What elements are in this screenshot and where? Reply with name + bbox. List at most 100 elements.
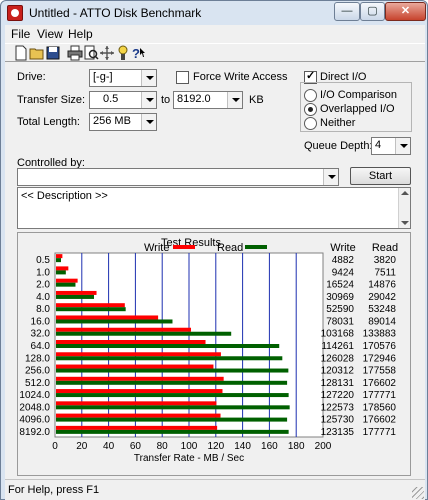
menu-view[interactable]: View — [37, 27, 63, 41]
menu-help[interactable]: Help — [68, 27, 93, 41]
chevron-down-icon — [323, 169, 338, 185]
neither-radio[interactable] — [304, 117, 317, 130]
y-tick-label: 8192.0 — [19, 427, 50, 438]
y-tick-label: 1.0 — [36, 267, 50, 278]
x-tick-label: 40 — [103, 441, 115, 452]
move-icon[interactable] — [99, 45, 115, 61]
write-value: 114261 — [321, 341, 354, 352]
app-logo-icon — [7, 5, 23, 21]
y-tick-label: 2.0 — [36, 280, 50, 291]
read-value: 170576 — [363, 341, 397, 352]
chevron-down-icon — [141, 114, 156, 130]
write-bar — [56, 413, 221, 418]
toolbar: ? — [5, 43, 425, 61]
read-value: 14876 — [368, 280, 396, 291]
read-value: 53248 — [368, 304, 396, 315]
read-value: 133883 — [363, 329, 397, 340]
queue-depth-select[interactable]: 4 — [371, 137, 411, 155]
drive-select[interactable]: [-g-] — [89, 69, 157, 87]
write-value: 16524 — [326, 280, 354, 291]
write-bar — [56, 315, 159, 320]
y-tick-label: 64.0 — [31, 341, 51, 352]
read-value: 89014 — [368, 316, 396, 327]
save-icon[interactable] — [45, 45, 61, 61]
x-tick-label: 120 — [207, 441, 224, 452]
write-bar — [56, 376, 224, 381]
x-tick-label: 60 — [130, 441, 142, 452]
status-bar: For Help, press F1 — [5, 479, 425, 500]
x-tick-label: 140 — [234, 441, 251, 452]
read-bar — [56, 344, 280, 348]
write-value: 103168 — [321, 329, 355, 340]
read-value: 7511 — [374, 267, 396, 278]
x-tick-label: 160 — [261, 441, 278, 452]
start-button[interactable]: Start — [350, 167, 411, 185]
write-bar — [56, 425, 218, 430]
read-bar — [56, 294, 95, 299]
y-tick-label: 8.0 — [36, 304, 50, 315]
help-icon[interactable]: ? — [131, 45, 147, 61]
minimize-button[interactable]: — — [334, 2, 360, 21]
x-tick-label: 80 — [157, 441, 169, 452]
app-window: Untitled - ATTO Disk Benchmark — ▢ ✕ Fil… — [0, 0, 428, 500]
transfer-from-value: 0.5 — [103, 93, 119, 105]
print-preview-icon[interactable] — [83, 45, 99, 61]
write-value: 52590 — [326, 304, 354, 315]
queue-depth-label: Queue Depth: — [304, 140, 373, 152]
open-icon[interactable] — [29, 45, 45, 61]
write-bar — [56, 278, 78, 283]
read-value: 178560 — [363, 402, 397, 413]
read-value: 176602 — [363, 378, 397, 389]
maximize-button[interactable]: ▢ — [360, 2, 385, 21]
write-bar — [56, 389, 223, 394]
controlled-by-select[interactable] — [17, 168, 339, 186]
write-value: 122573 — [321, 402, 355, 413]
scroll-down-icon[interactable] — [401, 221, 409, 225]
print-icon[interactable] — [67, 45, 83, 61]
y-tick-label: 16.0 — [31, 316, 51, 327]
read-bar — [56, 380, 288, 385]
read-value: 177771 — [363, 427, 397, 438]
y-tick-label: 0.5 — [36, 255, 50, 266]
total-length-label: Total Length: — [17, 116, 80, 128]
scroll-up-icon[interactable] — [401, 191, 409, 195]
write-value: 4882 — [332, 255, 355, 266]
transfer-size-label: Transfer Size: — [17, 94, 86, 106]
resize-grip-icon[interactable] — [412, 487, 424, 499]
overlapped-io-radio[interactable] — [304, 103, 317, 116]
read-bar — [56, 307, 126, 312]
menu-bar: File View Help — [5, 25, 425, 43]
title-bar[interactable]: Untitled - ATTO Disk Benchmark — ▢ ✕ — [1, 1, 427, 25]
chevron-down-icon — [141, 92, 156, 108]
y-tick-label: 4.0 — [36, 292, 50, 303]
io-comparison-radio[interactable] — [304, 89, 317, 102]
transfer-size-from-select[interactable]: 0.5 — [89, 91, 157, 109]
write-bar — [56, 352, 221, 357]
description-box[interactable]: << Description >> — [17, 187, 411, 229]
status-text: For Help, press F1 — [8, 484, 100, 496]
legend-read-label: Read — [217, 242, 243, 254]
write-bar — [56, 327, 192, 332]
transfer-to-value: 8192.0 — [177, 93, 211, 105]
main-panel: Drive: [-g-] Force Write Access Transfer… — [5, 61, 425, 479]
total-length-select[interactable]: 256 MB — [89, 113, 157, 131]
read-bar — [56, 417, 288, 422]
x-tick-label: 100 — [181, 441, 198, 452]
write-value: 30969 — [326, 292, 354, 303]
close-button[interactable]: ✕ — [385, 2, 426, 21]
chevron-down-icon — [227, 92, 242, 108]
write-bar — [56, 266, 69, 271]
new-icon[interactable] — [13, 45, 29, 61]
total-length-value: 256 MB — [93, 115, 131, 127]
description-scrollbar[interactable] — [398, 188, 410, 228]
transfer-size-to-select[interactable]: 8192.0 — [173, 91, 243, 109]
info-icon[interactable] — [115, 45, 131, 61]
force-write-checkbox[interactable] — [176, 71, 189, 84]
read-bar — [56, 282, 76, 287]
legend-write-swatch — [173, 245, 195, 249]
write-value: 120312 — [321, 366, 355, 377]
kb-label: KB — [249, 94, 264, 106]
to-label: to — [161, 94, 171, 106]
menu-file[interactable]: File — [11, 27, 30, 41]
test-results-panel: Test Results Write Read Write Read 0 20 40 60 80 1… — [17, 232, 411, 476]
